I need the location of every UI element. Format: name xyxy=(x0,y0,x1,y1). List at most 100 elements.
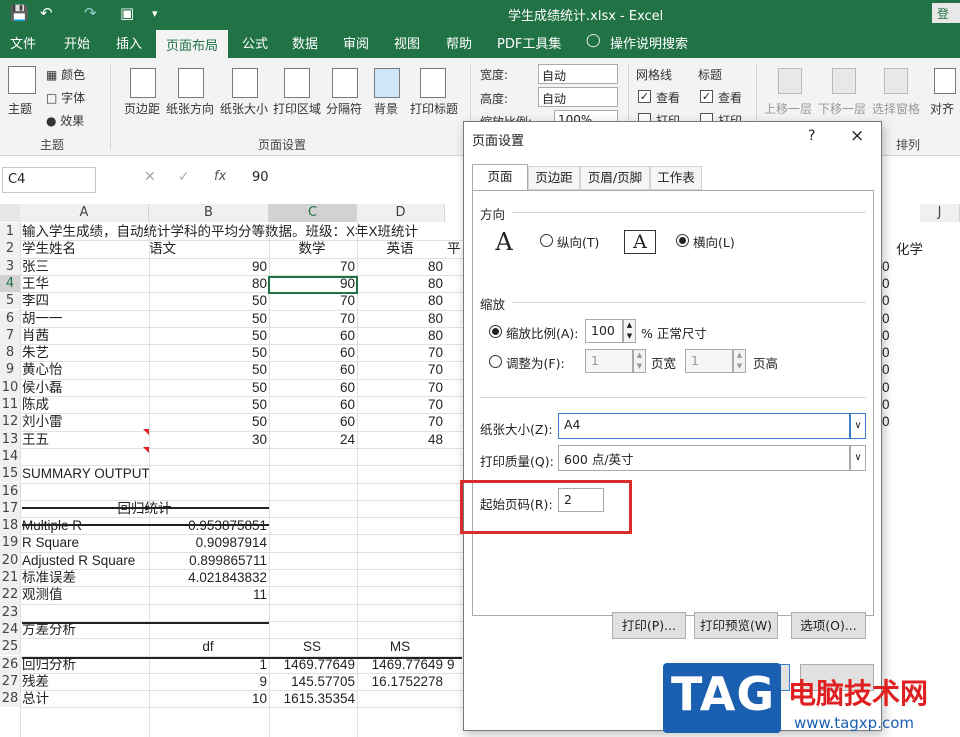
landscape-label[interactable]: 横向(L) xyxy=(693,232,735,251)
row-header[interactable]: 25 xyxy=(0,638,20,656)
orientation-icon[interactable] xyxy=(178,68,204,98)
row-header[interactable]: 5 xyxy=(0,292,20,310)
adjust-to-spinner[interactable]: ▲ ▼ xyxy=(623,319,636,343)
cell-i4[interactable]: 0 xyxy=(882,275,890,292)
cell-a28[interactable]: 总计 xyxy=(22,690,149,707)
cell-d25[interactable]: MS xyxy=(357,638,443,655)
cell-b19[interactable]: 0.90987914 xyxy=(149,534,267,551)
cell-d4[interactable]: 80 xyxy=(357,275,443,292)
align-icon[interactable] xyxy=(934,68,956,94)
fit-tall-input[interactable]: 1 xyxy=(685,349,733,373)
cell-c10[interactable]: 60 xyxy=(269,379,355,396)
height-select[interactable]: 自动 xyxy=(538,87,618,107)
cell-a7[interactable]: 肖茜 xyxy=(22,327,149,344)
paper-size-select[interactable]: A4 xyxy=(558,413,850,439)
cell-d11[interactable]: 70 xyxy=(357,396,443,413)
cell-c12[interactable]: 60 xyxy=(269,413,355,430)
cell-d9[interactable]: 70 xyxy=(357,361,443,378)
themes-icon[interactable] xyxy=(8,66,36,94)
cell-c27[interactable]: 145.57705 xyxy=(269,673,355,690)
cell-c3[interactable]: 70 xyxy=(269,258,355,275)
cell-b6[interactable]: 50 xyxy=(149,310,267,327)
row-header[interactable]: 17 xyxy=(0,499,20,518)
cell-b7[interactable]: 50 xyxy=(149,327,267,344)
cell-c6[interactable]: 70 xyxy=(269,310,355,327)
cell-a21[interactable]: 标准误差 xyxy=(22,569,149,586)
save-icon[interactable]: 💾 xyxy=(10,4,29,22)
breaks-icon[interactable] xyxy=(332,68,358,98)
tab-page-layout[interactable]: 页面布局 xyxy=(156,30,229,58)
fonts-button[interactable]: □ 字体 xyxy=(46,89,85,106)
bring-forward-button[interactable]: 上移一层 xyxy=(764,100,812,117)
row-header[interactable]: 22 xyxy=(0,586,20,604)
cancel-icon[interactable]: ✕ xyxy=(144,169,156,185)
cell-b25[interactable]: df xyxy=(149,638,267,655)
row-header[interactable]: 9 xyxy=(0,361,20,379)
cell-b20[interactable]: 0.899865711 xyxy=(149,552,267,569)
print-area-button[interactable]: 打印区域 xyxy=(273,100,321,117)
portrait-radio[interactable] xyxy=(540,234,553,247)
column-header-d[interactable]: D xyxy=(357,204,445,222)
login-button[interactable]: 登录 xyxy=(932,3,960,38)
cell-d6[interactable]: 80 xyxy=(357,310,443,327)
chem-header[interactable]: 化学 xyxy=(896,241,923,258)
colors-button[interactable]: ▦ 颜色 xyxy=(46,66,85,83)
cell-b10[interactable]: 50 xyxy=(149,379,267,396)
cell-i12[interactable]: 0 xyxy=(882,413,890,430)
cell-a6[interactable]: 胡一一 xyxy=(22,310,149,327)
print-quality-select[interactable]: 600 点/英寸 xyxy=(558,445,850,471)
tab-file[interactable]: 文件 xyxy=(10,33,36,52)
print-preview-button[interactable]: 打印预览(W) xyxy=(694,612,778,639)
cell-b3[interactable]: 90 xyxy=(149,258,267,275)
row-header[interactable]: 28 xyxy=(0,690,20,708)
row-header[interactable]: 1 xyxy=(0,223,20,241)
tab-page[interactable]: 页面 xyxy=(472,164,528,190)
cell-c8[interactable]: 60 xyxy=(269,344,355,361)
column-header-c[interactable]: C xyxy=(269,204,357,222)
cell-i7[interactable]: 0 xyxy=(882,327,890,344)
row-header[interactable]: 15 xyxy=(0,465,20,483)
cell-a27[interactable]: 残差 xyxy=(22,673,149,690)
cell-c2[interactable]: 数学 xyxy=(269,240,355,257)
cell-c5[interactable]: 70 xyxy=(269,292,355,309)
cell-a8[interactable]: 朱艺 xyxy=(22,344,149,361)
cell-a15[interactable]: SUMMARY OUTPUT xyxy=(22,465,150,482)
select-all-corner[interactable] xyxy=(0,204,20,222)
row-header[interactable]: 2 xyxy=(0,240,20,258)
cell-d5[interactable]: 80 xyxy=(357,292,443,309)
fit-to-radio[interactable] xyxy=(489,355,502,368)
adjust-to-label[interactable]: 缩放比例(A): xyxy=(506,323,579,342)
row-header[interactable]: 26 xyxy=(0,655,20,673)
cell-d27[interactable]: 16.1752278 xyxy=(357,673,443,690)
tab-home[interactable]: 开始 xyxy=(64,33,90,52)
cell-d12[interactable]: 70 xyxy=(357,413,443,430)
cell-d8[interactable]: 70 xyxy=(357,344,443,361)
first-page-number-input[interactable]: 2 xyxy=(558,488,604,512)
row-header[interactable]: 16 xyxy=(0,482,20,500)
cell-d2[interactable]: 英语 xyxy=(357,240,443,257)
customize-toolbar-icon[interactable]: ▾ xyxy=(152,7,158,20)
tab-review[interactable]: 审阅 xyxy=(343,33,369,52)
cell-c28[interactable]: 1615.35354 xyxy=(269,690,355,707)
cell-a5[interactable]: 李四 xyxy=(22,292,149,309)
tell-me-search[interactable]: 操作说明搜索 xyxy=(610,33,688,52)
row-header[interactable]: 3 xyxy=(0,257,20,275)
cell-b13[interactable]: 30 xyxy=(149,431,267,448)
row-header[interactable]: 7 xyxy=(0,326,20,345)
cell-b5[interactable]: 50 xyxy=(149,292,267,309)
row-header[interactable]: 12 xyxy=(0,413,20,431)
cell-b8[interactable]: 50 xyxy=(149,344,267,361)
print-button[interactable]: 打印(P)... xyxy=(612,612,686,639)
orientation-button[interactable]: 纸张方向 xyxy=(166,100,214,117)
tab-data[interactable]: 数据 xyxy=(292,33,318,52)
row-header[interactable]: 10 xyxy=(0,378,20,396)
cell-d13[interactable]: 48 xyxy=(357,431,443,448)
cell-b9[interactable]: 50 xyxy=(149,361,267,378)
cell-i5[interactable]: 0 xyxy=(882,292,890,309)
cell-e2[interactable]: 平 xyxy=(447,240,461,257)
cell-d10[interactable]: 70 xyxy=(357,379,443,396)
cell-b22[interactable]: 11 xyxy=(149,586,267,603)
cell-a20[interactable]: Adjusted R Square xyxy=(22,552,149,569)
cell-d3[interactable]: 80 xyxy=(357,258,443,275)
tab-formulas[interactable]: 公式 xyxy=(242,33,268,52)
